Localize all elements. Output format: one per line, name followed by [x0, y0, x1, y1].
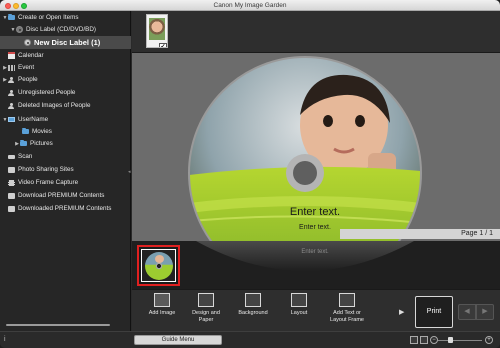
sidebar-item-deleted-images-of-people[interactable]: Deleted Images of People	[0, 100, 131, 111]
sidebar-item-movies[interactable]: Movies	[0, 126, 131, 137]
sidebar-item-create-or-open-items[interactable]: ▼ Create or Open Items	[0, 12, 131, 23]
sidebar-item-label: Create or Open Items	[18, 14, 79, 21]
design-and-paper-button[interactable]: Design and Paper	[186, 293, 226, 329]
sidebar-item-calendar[interactable]: Calendar	[0, 50, 131, 61]
folder-icon	[8, 13, 15, 20]
status-bar: i Guide Menu − +	[0, 331, 500, 348]
image-strip: ✓	[132, 11, 500, 53]
disc-main-text[interactable]: Enter text.	[290, 206, 340, 218]
sidebar-item-unregistered-people[interactable]: Unregistered People	[0, 87, 131, 98]
sidebar-item-label: Deleted Images of People	[18, 102, 91, 109]
source-image-thumbnail[interactable]: ✓	[146, 14, 168, 48]
guide-menu-button[interactable]: Guide Menu	[134, 335, 222, 345]
zoom-out-button[interactable]: −	[430, 336, 438, 344]
disc-icon	[24, 39, 31, 46]
baby-photo-image	[149, 18, 165, 40]
sidebar-item-label: New Disc Label (1)	[34, 38, 101, 47]
bottom-toolbar: Add Image Design and Paper Background La…	[132, 289, 500, 331]
people-icon	[8, 76, 15, 83]
add-text-or-layout-frame-label: Add Text or Layout Frame	[330, 310, 364, 323]
layout-label: Layout	[290, 310, 308, 316]
full-view-icon[interactable]	[420, 336, 428, 344]
zoom-slider-knob[interactable]	[448, 337, 453, 343]
sidebar-item-label: Scan	[18, 153, 33, 160]
computer-icon	[8, 117, 15, 122]
main-area: ✓ Enter text. Enter text. Page 1 / 1 Ent…	[132, 11, 500, 331]
edit-canvas[interactable]: Enter text. Enter text. Page 1 / 1	[132, 53, 500, 241]
next-page-button[interactable]: ▶	[476, 304, 494, 320]
thumbnail-area: Enter text.	[132, 241, 500, 289]
download-icon	[8, 205, 15, 212]
calendar-icon	[8, 52, 15, 59]
sidebar-item-download-premium-contents[interactable]: Download PREMIUM Contents	[0, 190, 131, 201]
sidebar-item-scan[interactable]: Scan	[0, 151, 131, 162]
disc-thumbnail-image	[144, 251, 173, 280]
people-icon	[8, 102, 15, 109]
sidebar-item-label: People	[18, 76, 38, 83]
share-icon	[8, 166, 15, 173]
background-icon	[245, 293, 261, 307]
previous-page-button[interactable]: ◀	[458, 304, 476, 320]
layout-button[interactable]: Layout	[279, 293, 319, 329]
sidebar-item-username[interactable]: ▼ UserName	[0, 114, 131, 125]
disc-sub-text[interactable]: Enter text.	[299, 224, 331, 231]
sidebar-item-label: Movies	[32, 128, 52, 135]
selected-disc-thumbnail[interactable]	[137, 245, 180, 286]
sidebar-item-label: Disc Label (CD/DVD/BD)	[26, 26, 96, 33]
print-button[interactable]: Print	[415, 296, 453, 328]
disc-thumbnail-frame	[141, 249, 176, 282]
sidebar-horizontal-scrollbar[interactable]	[6, 324, 110, 326]
add-text-or-layout-frame-button[interactable]: Add Text or Layout Frame	[325, 293, 369, 329]
sidebar-item-label: Calendar	[18, 52, 44, 59]
sidebar-item-disc-label[interactable]: ▼ Disc Label (CD/DVD/BD)	[0, 24, 131, 35]
checkbox-checked-icon[interactable]: ✓	[159, 43, 167, 47]
sidebar-item-event[interactable]: ▶ Event	[0, 62, 131, 73]
folder-icon	[20, 139, 27, 146]
page-indicator: Page 1 / 1	[340, 229, 500, 239]
sidebar-item-pictures[interactable]: ▶ Pictures	[0, 138, 131, 149]
zoom-slider[interactable]	[438, 340, 482, 341]
folder-icon	[22, 127, 29, 134]
app-window: Canon My Image Garden ▼ Create or Open I…	[0, 0, 500, 348]
sidebar-item-label: Photo Sharing Sites	[18, 166, 74, 173]
disc-label-preview: Enter text. Enter text.	[188, 56, 422, 241]
toolbar-more-arrow-icon[interactable]: ▶	[399, 308, 405, 316]
sidebar-resize-handle[interactable]: ◂	[128, 169, 131, 175]
sidebar-item-label: Event	[18, 64, 35, 71]
disc-reflection: Enter text.	[196, 241, 414, 271]
layout-icon	[291, 293, 307, 307]
sidebar-item-label: Downloaded PREMIUM Contents	[18, 205, 112, 212]
window-title: Canon My Image Garden	[213, 1, 287, 9]
add-image-label: Add Image	[148, 310, 176, 316]
design-and-paper-icon	[198, 293, 214, 307]
film-icon	[8, 179, 15, 186]
zoom-in-button[interactable]: +	[485, 336, 493, 344]
sidebar-item-people[interactable]: ▶ People	[0, 74, 131, 85]
add-image-button[interactable]: Add Image	[142, 293, 182, 329]
disc-icon	[16, 26, 23, 33]
sidebar-item-label: Unregistered People	[18, 89, 76, 96]
background-label: Background	[238, 310, 268, 316]
event-icon	[8, 64, 15, 71]
download-icon	[8, 192, 15, 199]
add-image-icon	[154, 293, 170, 307]
background-button[interactable]: Background	[233, 293, 273, 329]
add-text-icon	[339, 293, 355, 307]
sidebar-item-label: Video Frame Capture	[18, 179, 79, 186]
info-icon[interactable]: i	[4, 336, 10, 343]
people-icon	[8, 89, 15, 96]
sidebar-item-downloaded-premium-contents[interactable]: Downloaded PREMIUM Contents	[0, 203, 131, 214]
title-bar: Canon My Image Garden	[0, 0, 500, 11]
sidebar-item-video-frame-capture[interactable]: Video Frame Capture	[0, 177, 131, 188]
single-view-icon[interactable]	[410, 336, 418, 344]
sidebar-item-photo-sharing-sites[interactable]: Photo Sharing Sites	[0, 164, 131, 175]
sidebar-item-new-disc-label[interactable]: New Disc Label (1)	[0, 36, 131, 49]
scan-icon	[8, 154, 15, 159]
sidebar-item-label: UserName	[18, 116, 49, 123]
sidebar-item-label: Download PREMIUM Contents	[18, 192, 105, 199]
reflection-text: Enter text.	[301, 249, 329, 255]
sidebar-item-label: Pictures	[30, 140, 53, 147]
sidebar: ▼ Create or Open Items ▼ Disc Label (CD/…	[0, 11, 131, 331]
design-and-paper-label: Design and Paper	[192, 310, 220, 323]
